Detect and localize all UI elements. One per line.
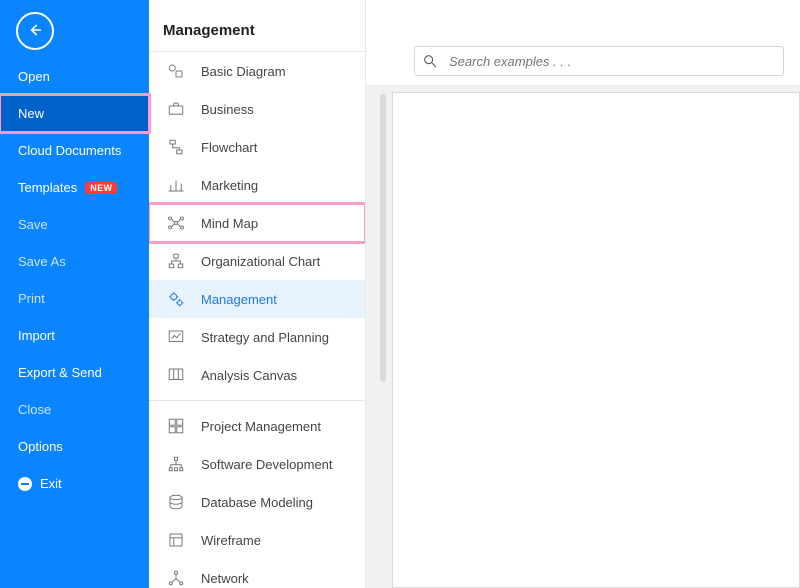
category-strategy[interactable]: Strategy and Planning (149, 318, 365, 356)
category-label: Marketing (201, 178, 258, 193)
category-analysis-canvas[interactable]: Analysis Canvas (149, 356, 365, 394)
flowchart-icon (167, 138, 185, 156)
line-chart-icon (167, 328, 185, 346)
category-project-management[interactable]: Project Management (149, 407, 365, 445)
search-icon (422, 53, 438, 69)
template-preview-card[interactable] (392, 92, 800, 588)
file-menu-sidebar: Open New Cloud Documents Templates NEW S… (0, 0, 149, 588)
sidebar-item-label: Templates (18, 180, 77, 195)
canvas-icon (167, 366, 185, 384)
category-management[interactable]: Management (149, 280, 365, 318)
exit-icon (18, 477, 32, 491)
mindmap-icon (167, 214, 185, 232)
back-button[interactable] (16, 12, 54, 50)
category-label: Management (201, 292, 277, 307)
search-wrap (414, 46, 784, 76)
template-preview-area (366, 86, 800, 588)
sidebar-item-templates[interactable]: Templates NEW (0, 169, 149, 206)
category-label: Wireframe (201, 533, 261, 548)
category-network[interactable]: Network (149, 559, 365, 588)
main-panel (366, 0, 800, 588)
category-header: Management (149, 0, 365, 52)
category-label: Database Modeling (201, 495, 313, 510)
sidebar-item-label: Options (18, 439, 63, 454)
wireframe-icon (167, 531, 185, 549)
scrollbar-hint[interactable] (380, 94, 386, 382)
category-wireframe[interactable]: Wireframe (149, 521, 365, 559)
category-label: Strategy and Planning (201, 330, 329, 345)
org-chart-icon (167, 252, 185, 270)
main-header (366, 0, 800, 86)
category-flowchart[interactable]: Flowchart (149, 128, 365, 166)
category-label: Business (201, 102, 254, 117)
briefcase-icon (167, 100, 185, 118)
sidebar-item-label: Exit (40, 476, 62, 491)
category-label: Flowchart (201, 140, 257, 155)
sidebar-item-label: Save (18, 217, 48, 232)
sidebar-item-label: New (18, 106, 44, 121)
category-org-chart[interactable]: Organizational Chart (149, 242, 365, 280)
category-label: Analysis Canvas (201, 368, 297, 383)
sidebar-item-label: Import (18, 328, 55, 343)
sidebar-item-label: Save As (18, 254, 66, 269)
category-marketing[interactable]: Marketing (149, 166, 365, 204)
sidebar-item-exit[interactable]: Exit (0, 465, 149, 502)
category-label: Network (201, 571, 249, 586)
category-label: Organizational Chart (201, 254, 320, 269)
sidebar-item-import[interactable]: Import (0, 317, 149, 354)
category-business[interactable]: Business (149, 90, 365, 128)
category-list[interactable]: Basic Diagram Business Flowchart Marketi… (149, 52, 365, 588)
category-panel: Management Basic Diagram Business Flowch… (149, 0, 366, 588)
category-database-modeling[interactable]: Database Modeling (149, 483, 365, 521)
category-label: Project Management (201, 419, 321, 434)
network-icon (167, 569, 185, 587)
sidebar-item-save-as[interactable]: Save As (0, 243, 149, 280)
category-label: Software Development (201, 457, 333, 472)
new-badge: NEW (85, 182, 117, 194)
category-mind-map[interactable]: Mind Map (149, 204, 365, 242)
bar-chart-icon (167, 176, 185, 194)
category-label: Basic Diagram (201, 64, 286, 79)
sidebar-item-label: Cloud Documents (18, 143, 121, 158)
sidebar-item-export-send[interactable]: Export & Send (0, 354, 149, 391)
database-icon (167, 493, 185, 511)
tree-icon (167, 455, 185, 473)
sidebar-item-label: Close (18, 402, 51, 417)
category-label: Mind Map (201, 216, 258, 231)
shapes-icon (167, 62, 185, 80)
arrow-left-icon (27, 22, 43, 41)
sidebar-item-label: Open (18, 69, 50, 84)
sidebar-item-open[interactable]: Open (0, 58, 149, 95)
sidebar-item-new[interactable]: New (0, 95, 149, 132)
gears-icon (167, 290, 185, 308)
sidebar-item-label: Export & Send (18, 365, 102, 380)
grid-icon (167, 417, 185, 435)
search-input[interactable] (414, 46, 784, 76)
sidebar-item-print[interactable]: Print (0, 280, 149, 317)
sidebar-item-close[interactable]: Close (0, 391, 149, 428)
category-software-development[interactable]: Software Development (149, 445, 365, 483)
sidebar-item-cloud-documents[interactable]: Cloud Documents (0, 132, 149, 169)
category-divider (149, 400, 365, 401)
sidebar-item-label: Print (18, 291, 45, 306)
sidebar-item-options[interactable]: Options (0, 428, 149, 465)
category-basic-diagram[interactable]: Basic Diagram (149, 52, 365, 90)
sidebar-item-save[interactable]: Save (0, 206, 149, 243)
